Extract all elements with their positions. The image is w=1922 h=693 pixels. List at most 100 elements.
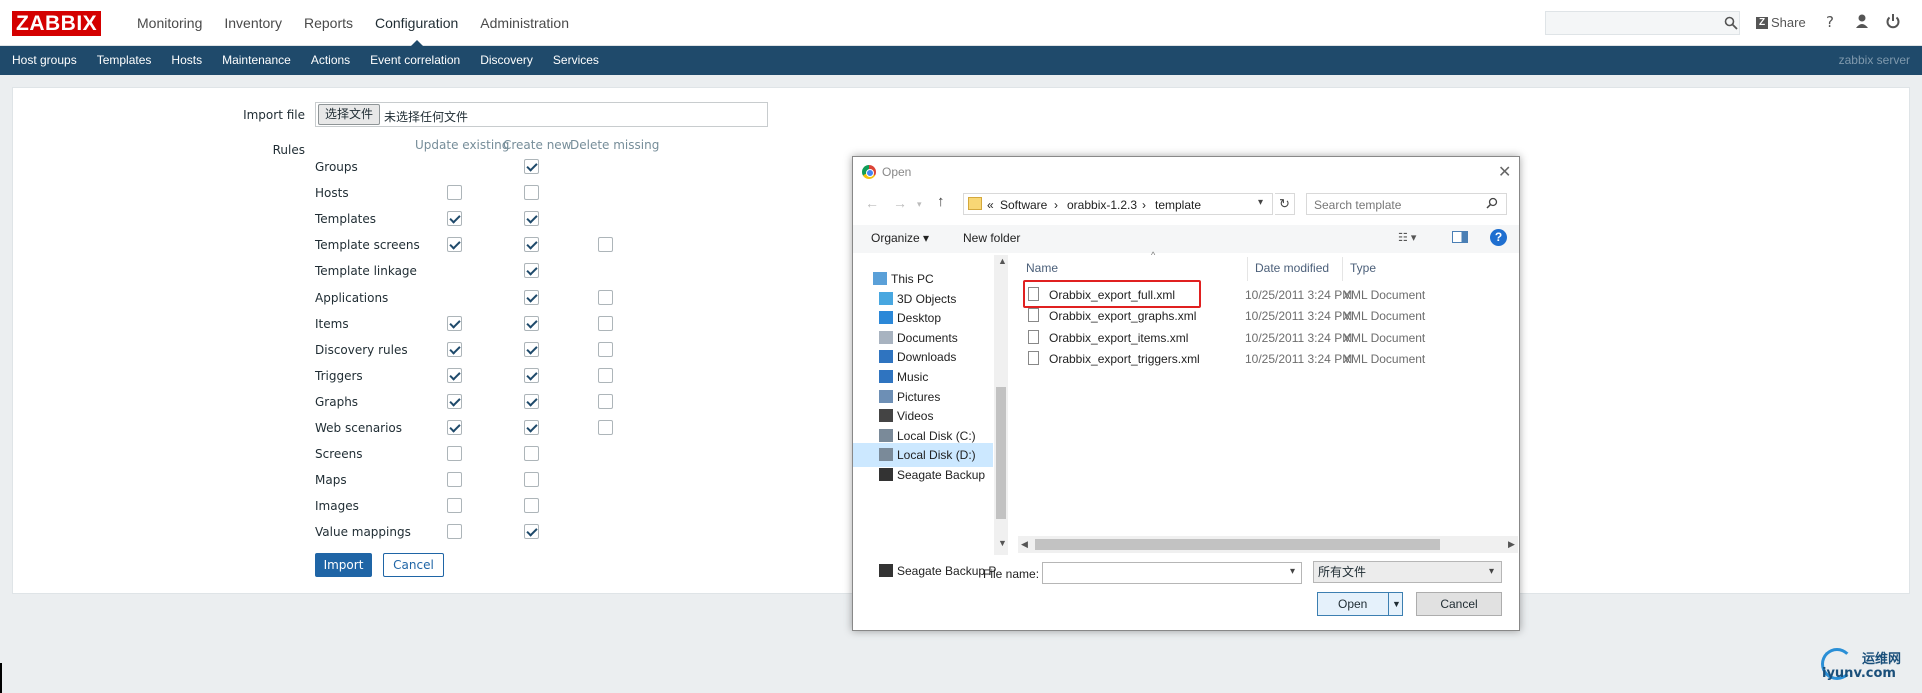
subnav-event-correlation[interactable]: Event correlation [360,46,470,75]
menu-reports[interactable]: Reports [293,0,364,46]
file-input[interactable] [315,102,768,127]
update-checkbox[interactable] [447,211,462,227]
file-type-select[interactable]: 所有文件 [1313,561,1502,583]
create-checkbox[interactable] [524,472,539,488]
menu-administration[interactable]: Administration [469,0,580,46]
create-checkbox[interactable] [524,185,539,201]
create-checkbox[interactable] [524,446,539,462]
search-icon[interactable] [1724,16,1738,30]
up-arrow-icon[interactable]: ↑ [937,193,945,210]
import-button[interactable]: Import [315,553,372,577]
update-checkbox[interactable] [447,341,462,357]
breadcrumb-template[interactable]: template [1155,198,1201,212]
nav-item[interactable]: Seagate Backup [853,463,993,487]
subnav-hosts[interactable]: Hosts [161,46,212,75]
chevron-down-icon[interactable]: ▾ [1290,566,1295,577]
column-divider[interactable] [1247,257,1248,281]
address-dropdown-icon[interactable]: ▾ [1258,197,1263,208]
open-button[interactable]: Open ▼ [1317,592,1403,616]
organize-button[interactable]: Organize ▾ [871,231,929,245]
create-checkbox[interactable] [524,315,539,331]
create-checkbox[interactable] [524,237,539,253]
update-checkbox[interactable] [447,185,462,201]
delete-checkbox[interactable] [598,420,613,435]
update-checkbox[interactable] [447,472,462,488]
breadcrumb-orabbix[interactable]: orabbix-1.2.3 [1067,198,1137,212]
back-arrow-icon[interactable]: ← [865,195,879,211]
search-icon[interactable] [1486,197,1498,209]
dialog-cancel-button[interactable]: Cancel [1416,592,1502,616]
create-checkbox[interactable] [524,289,539,305]
create-checkbox[interactable] [524,367,539,383]
dialog-title-bar[interactable]: Open ✕ [853,157,1519,187]
update-checkbox[interactable] [447,237,462,253]
user-icon[interactable] [1855,13,1869,29]
chevron-down-icon[interactable]: ▾ [1489,566,1494,577]
scroll-left-icon[interactable]: ◀ [1021,539,1028,550]
column-name[interactable]: Name [1026,261,1058,275]
delete-checkbox[interactable] [598,341,613,357]
sign-out-icon[interactable] [1885,13,1901,29]
update-checkbox[interactable] [447,393,462,409]
file-row[interactable]: Orabbix_export_triggers.xml 10/25/2011 3:… [1023,348,1517,369]
file-row[interactable]: Orabbix_export_items.xml 10/25/2011 3:24 … [1023,327,1517,348]
subnav-services[interactable]: Services [543,46,609,75]
cancel-button[interactable]: Cancel [383,553,444,577]
update-checkbox[interactable] [447,498,462,514]
scroll-up-icon[interactable]: ▲ [998,256,1007,266]
choose-file-button[interactable]: 选择文件 [318,104,381,125]
subnav-templates[interactable]: Templates [87,46,162,75]
help-icon[interactable]: ? [1826,13,1834,31]
refresh-icon[interactable]: ↻ [1275,193,1295,215]
horizontal-scrollbar-thumb[interactable] [1035,539,1440,550]
menu-monitoring[interactable]: Monitoring [126,0,213,46]
column-divider[interactable] [1342,257,1343,281]
create-checkbox[interactable] [524,159,539,174]
update-checkbox[interactable] [447,446,462,462]
nav-scrollbar-thumb[interactable] [996,387,1006,519]
delete-checkbox[interactable] [598,237,613,253]
scroll-down-icon[interactable]: ▼ [998,538,1007,548]
column-date-modified[interactable]: Date modified [1255,261,1329,275]
create-checkbox[interactable] [524,211,539,227]
update-checkbox[interactable] [447,315,462,331]
update-checkbox[interactable] [447,367,462,383]
delete-checkbox[interactable] [598,315,613,331]
update-checkbox[interactable] [447,524,462,540]
recent-locations-chevron-icon[interactable]: ▾ [917,199,922,210]
subnav-discovery[interactable]: Discovery [470,46,543,75]
scroll-right-icon[interactable]: ▶ [1508,539,1515,550]
column-type[interactable]: Type [1350,261,1376,275]
create-checkbox[interactable] [524,341,539,357]
zabbix-logo[interactable]: ZABBIX [12,11,102,36]
file-row[interactable]: Orabbix_export_graphs.xml 10/25/2011 3:24… [1023,305,1517,326]
menu-inventory[interactable]: Inventory [213,0,293,46]
new-folder-button[interactable]: New folder [963,231,1020,245]
subnav-host-groups[interactable]: Host groups [2,46,87,75]
subnav-actions[interactable]: Actions [301,46,360,75]
breadcrumb-overflow[interactable]: « [987,198,994,212]
chevron-down-icon[interactable]: ▼ [1392,593,1401,615]
close-icon[interactable]: ✕ [1498,162,1511,182]
delete-checkbox[interactable] [598,393,613,409]
nav-item[interactable]: Seagate Backup P [853,559,996,583]
preview-pane-icon[interactable] [1452,231,1468,243]
share-link[interactable]: Z Share [1756,15,1806,30]
view-options-icon[interactable]: ☷ ▾ [1398,231,1416,244]
menu-configuration[interactable]: Configuration [364,0,469,47]
create-checkbox[interactable] [524,263,539,279]
create-checkbox[interactable] [524,498,539,514]
delete-checkbox[interactable] [598,289,613,305]
create-checkbox[interactable] [524,420,539,435]
forward-arrow-icon[interactable]: → [893,195,907,211]
create-checkbox[interactable] [524,393,539,409]
nav-item-label: Local Disk (D:) [897,448,976,463]
file-name-input[interactable] [1042,562,1302,584]
help-icon[interactable]: ? [1490,229,1507,246]
update-checkbox[interactable] [447,420,462,435]
global-search-input[interactable] [1545,11,1740,35]
subnav-maintenance[interactable]: Maintenance [212,46,301,75]
breadcrumb-software[interactable]: Software [1000,198,1047,212]
create-checkbox[interactable] [524,524,539,540]
delete-checkbox[interactable] [598,367,613,383]
